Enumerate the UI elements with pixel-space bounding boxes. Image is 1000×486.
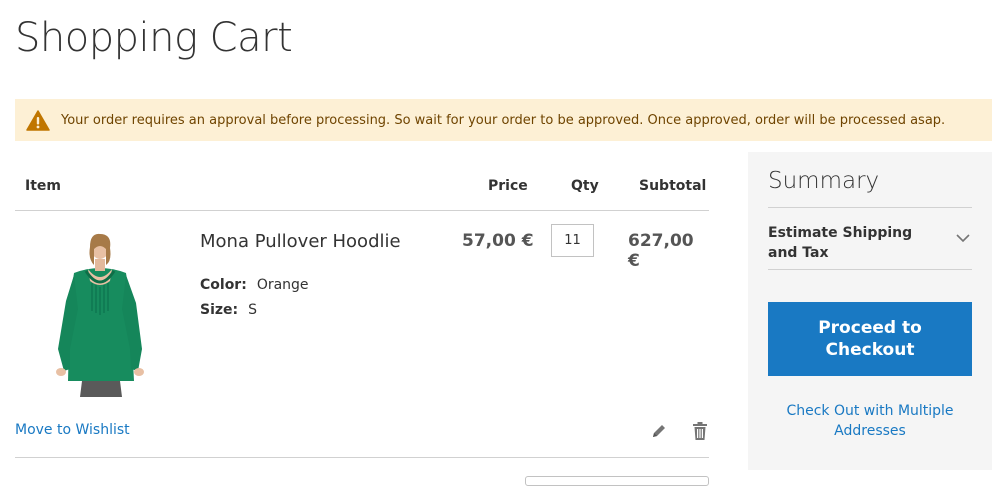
summary-title: Summary — [768, 168, 880, 194]
summary-panel: Summary Estimate Shipping and Tax Procee… — [748, 152, 992, 470]
proceed-to-checkout-button[interactable]: Proceed to Checkout — [768, 302, 972, 376]
move-to-wishlist-link[interactable]: Move to Wishlist — [15, 422, 130, 438]
chevron-down-icon — [956, 228, 970, 247]
estimate-shipping-label: Estimate Shipping and Tax — [768, 225, 913, 261]
option-label: Size: — [200, 302, 239, 318]
product-name[interactable]: Mona Pullover Hoodlie — [200, 231, 401, 252]
trash-icon[interactable] — [692, 422, 708, 444]
cart-table-header: Item Price Qty Subtotal — [15, 152, 709, 211]
approval-notice: Your order requires an approval before p… — [15, 99, 992, 141]
option-value: S — [248, 302, 258, 318]
option-color: Color: Orange — [200, 277, 309, 293]
header-qty: Qty — [571, 178, 599, 194]
header-item: Item — [25, 178, 61, 194]
item-price: 57,00 € — [462, 231, 534, 251]
notice-message: Your order requires an approval before p… — [61, 112, 946, 128]
header-price: Price — [488, 178, 528, 194]
header-subtotal: Subtotal — [639, 178, 707, 194]
warning-triangle-icon — [15, 109, 61, 131]
pencil-icon[interactable] — [650, 422, 668, 444]
cart-actions-box — [525, 476, 709, 486]
option-label: Color: — [200, 277, 247, 293]
multi-address-checkout-link[interactable]: Check Out with Multiple Addresses — [768, 401, 972, 441]
option-value: Orange — [256, 277, 309, 293]
page-title: Shopping Cart — [15, 15, 293, 61]
item-subtotal: 627,00 € — [628, 231, 694, 271]
table-row: Mona Pullover Hoodlie Color: Orange Size:… — [15, 211, 709, 458]
estimate-shipping-toggle[interactable]: Estimate Shipping and Tax — [768, 207, 972, 270]
product-image[interactable] — [30, 231, 170, 397]
cart-table: Item Price Qty Subtotal Mona Pullover Ho… — [15, 152, 709, 458]
option-size: Size: S — [200, 302, 257, 318]
qty-input[interactable] — [551, 224, 594, 257]
